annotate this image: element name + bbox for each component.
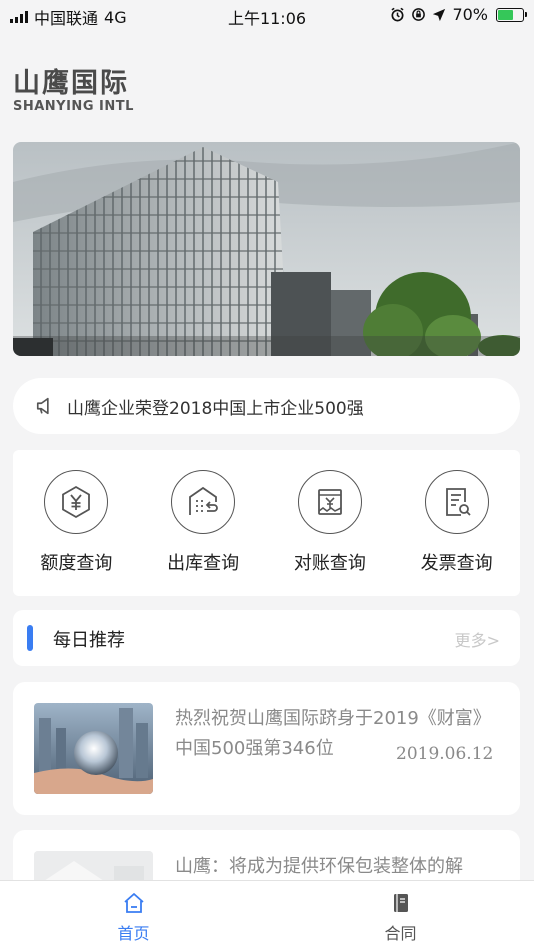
more-link[interactable]: 更多> bbox=[455, 627, 500, 651]
tab-contract-label: 合同 bbox=[384, 924, 417, 943]
tab-bar: 首页 合同 bbox=[0, 880, 534, 951]
battery-percent: 70% bbox=[452, 5, 488, 24]
quick-item-quota-circle bbox=[44, 470, 109, 534]
contract-icon bbox=[393, 894, 408, 912]
logo-name-en: SHANYING INTL bbox=[13, 99, 134, 114]
warehouse-return-icon bbox=[189, 486, 218, 515]
quick-item-reconcile[interactable]: 对账查询 bbox=[267, 450, 394, 596]
quick-item-reconcile-circle bbox=[297, 470, 362, 534]
logo-name-cn: 山鹰国际 bbox=[13, 68, 129, 99]
quick-item-invoice[interactable]: 发票查询 bbox=[393, 450, 520, 596]
quick-item-invoice-circle bbox=[424, 470, 489, 534]
location-icon bbox=[433, 8, 446, 21]
news-date: 2019.06.12 bbox=[396, 744, 494, 764]
quick-item-invoice-label: 发票查询 bbox=[420, 553, 493, 574]
news-thumbnail bbox=[34, 703, 153, 794]
quick-menu: 额度查询 出库查询 对账查询 发票查询 bbox=[13, 450, 520, 596]
quick-item-outbound-circle bbox=[171, 470, 236, 534]
quick-item-reconcile-label: 对账查询 bbox=[293, 553, 366, 574]
tab-home-label: 首页 bbox=[117, 924, 150, 943]
quick-item-outbound[interactable]: 出库查询 bbox=[140, 450, 267, 596]
quick-item-quota-label: 额度查询 bbox=[40, 553, 113, 574]
home-icon bbox=[123, 893, 144, 913]
yuan-hexagon-icon bbox=[62, 485, 91, 519]
bill-yuan-icon bbox=[317, 489, 342, 515]
battery-icon bbox=[496, 7, 527, 22]
status-bar: 中国联通 4G 上午11:06 70% bbox=[0, 0, 534, 30]
tab-contract[interactable]: 合同 bbox=[267, 881, 534, 951]
megaphone-icon bbox=[36, 397, 49, 415]
daily-recommend-header: 每日推荐 更多> bbox=[13, 610, 520, 666]
quick-item-quota[interactable]: 额度查询 bbox=[13, 450, 140, 596]
quick-item-outbound-label: 出库查询 bbox=[167, 553, 240, 574]
building-photo bbox=[13, 142, 520, 356]
notice-text: 山鹰企业荣登2018中国上市企业500强 bbox=[67, 398, 364, 419]
section-title: 每日推荐 bbox=[53, 630, 125, 651]
banner-image[interactable] bbox=[13, 142, 520, 356]
notice-bar[interactable]: 山鹰企业荣登2018中国上市企业500强 bbox=[13, 378, 520, 434]
orientation-lock-icon bbox=[412, 8, 426, 21]
news-title: 山鹰：将成为提供环保包装整体的解 bbox=[175, 856, 463, 877]
invoice-search-icon bbox=[445, 488, 471, 516]
alarm-icon bbox=[391, 7, 404, 22]
tab-home[interactable]: 首页 bbox=[0, 881, 267, 951]
status-right: 70% bbox=[390, 5, 527, 24]
section-accent-bar bbox=[27, 625, 33, 651]
news-item[interactable]: 热烈祝贺山鹰国际跻身于2019《财富》中国500强第346位 2019.06.1… bbox=[13, 682, 520, 815]
brand-logo: 山鹰国际 SHANYING INTL bbox=[13, 68, 134, 115]
